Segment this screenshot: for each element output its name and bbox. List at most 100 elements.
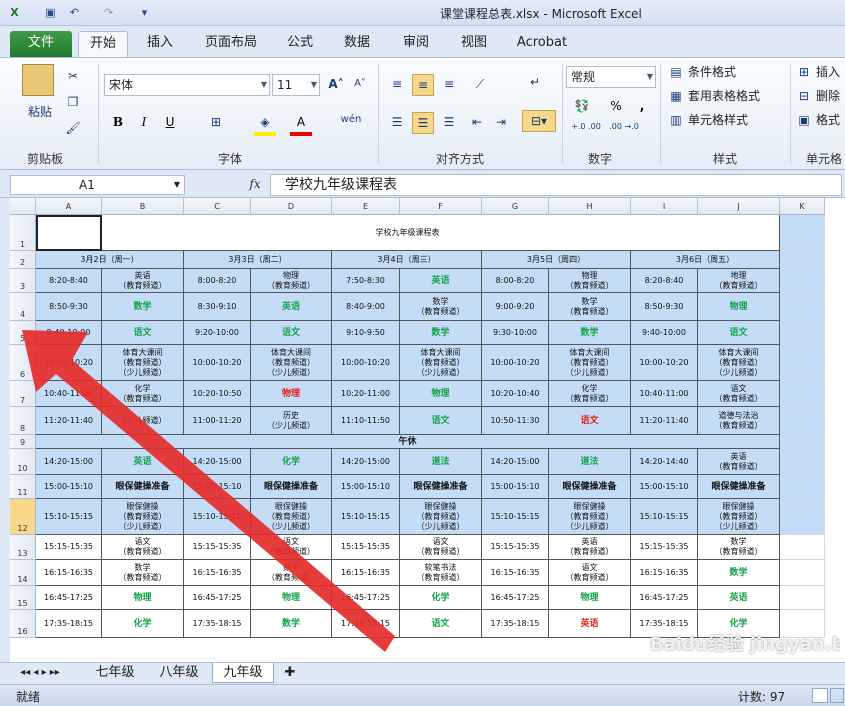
column-header[interactable]: B (102, 198, 184, 215)
comma-button[interactable]: , (632, 96, 652, 116)
align-bottom-icon[interactable]: ≡ (438, 74, 460, 94)
table-cell[interactable]: 10:00-10:20 (332, 345, 400, 381)
column-header[interactable]: A (36, 198, 102, 215)
table-cell[interactable]: 16:15-16:35 (36, 560, 102, 586)
table-cell[interactable]: 14:20-15:00 (184, 449, 251, 475)
column-header[interactable]: F (400, 198, 482, 215)
table-cell[interactable]: 数学 （教育频道） (698, 535, 780, 560)
table-cell[interactable]: 眼保健操准备 (102, 475, 184, 499)
table-cell[interactable]: 语文 （教育频道） (549, 560, 631, 586)
table-cell[interactable]: 数学 （教育频道） (102, 560, 184, 586)
table-cell[interactable]: 软笔书法 （教育频道） (400, 560, 482, 586)
row-header[interactable]: 14 (10, 560, 36, 586)
table-cell[interactable]: 8:30-9:10 (184, 293, 251, 321)
align-right-icon[interactable]: ☰ (438, 112, 460, 132)
table-cell[interactable]: 英语 （教育频道） (549, 535, 631, 560)
table-cell[interactable] (780, 475, 825, 499)
table-cell[interactable]: 数学 (400, 321, 482, 345)
table-cell[interactable]: 语文 (102, 321, 184, 345)
table-cell[interactable]: 数学 （教育频道） (251, 560, 332, 586)
table-cell[interactable]: 眼保健操 （教育频道） （少儿频道） (251, 499, 332, 535)
table-cell[interactable]: 体育大课间 （教育频道） （少儿频道） (251, 345, 332, 381)
table-cell[interactable]: 9:30-10:00 (482, 321, 549, 345)
table-cell[interactable]: 体育大课间 （教育频道） （少儿频道） (102, 345, 184, 381)
number-format-select[interactable]: 常规 ▼ (566, 66, 656, 88)
column-header[interactable]: D (251, 198, 332, 215)
table-cell[interactable]: 15:15-15:35 (631, 535, 698, 560)
table-cell[interactable]: 物理 (102, 586, 184, 610)
save-icon[interactable]: ▣ (42, 4, 59, 21)
table-cell[interactable] (780, 293, 825, 321)
table-cell[interactable]: 10:00-10:20 (184, 345, 251, 381)
font-name-select[interactable]: 宋体 ▼ (104, 74, 270, 96)
table-cell[interactable]: 15:00-15:10 (631, 475, 698, 499)
table-cell[interactable]: 10:00-10:20 (482, 345, 549, 381)
day-header-cell[interactable]: 3月4日（周三） (332, 251, 482, 269)
table-cell[interactable]: 语文 (251, 321, 332, 345)
table-cell[interactable] (780, 269, 825, 293)
table-cell[interactable]: 英语 (549, 610, 631, 638)
cell-styles-button[interactable]: 单元格样式 (688, 110, 748, 130)
table-cell[interactable] (780, 407, 825, 435)
table-cell[interactable]: 眼保健操准备 (400, 475, 482, 499)
table-cell[interactable]: 语文 (400, 407, 482, 435)
table-cell[interactable] (780, 321, 825, 345)
tab-view[interactable]: 视图 (452, 31, 496, 57)
page-layout-view-icon[interactable] (830, 688, 844, 703)
table-cell[interactable]: 体育大课间 （教育频道） （少儿频道） (549, 345, 631, 381)
table-cell[interactable]: 眼保健操准备 (698, 475, 780, 499)
table-cell[interactable] (780, 435, 825, 449)
decrease-decimal-button[interactable]: .00 →.0 (606, 122, 642, 132)
table-cell[interactable]: 8:50-9:30 (36, 293, 102, 321)
table-cell[interactable]: 英语 (251, 293, 332, 321)
table-cell[interactable]: 10:20-10:40 (482, 381, 549, 407)
format-as-table-button[interactable]: 套用表格格式 (688, 86, 760, 106)
percent-button[interactable]: % (606, 96, 626, 116)
sheet-tab-grade7[interactable]: 七年级 (84, 663, 146, 683)
table-cell[interactable]: 8:50-9:30 (631, 293, 698, 321)
table-cell[interactable]: 英语 (400, 269, 482, 293)
table-cell[interactable]: 数学 (251, 610, 332, 638)
row-header[interactable]: 1 (10, 215, 36, 251)
table-cell[interactable] (780, 499, 825, 535)
table-cell[interactable]: 数学 (698, 560, 780, 586)
table-cell[interactable]: 9:00-9:20 (482, 293, 549, 321)
tab-page-layout[interactable]: 页面布局 (196, 31, 266, 57)
tab-home[interactable]: 开始 (78, 31, 128, 57)
formula-input[interactable]: 学校九年级课程表 (270, 174, 842, 196)
column-header[interactable]: I (631, 198, 698, 215)
table-cell[interactable]: 11:20-11:40 (631, 407, 698, 435)
table-cell[interactable]: 15:00-15:10 (482, 475, 549, 499)
table-cell[interactable]: 10:50-11:30 (482, 407, 549, 435)
table-cell[interactable]: 15:15-15:35 (36, 535, 102, 560)
table-cell[interactable]: 眼保健操 （教育频道） （少儿频道） (698, 499, 780, 535)
row-header[interactable]: 11 (10, 475, 36, 499)
day-header-cell[interactable]: 3月5日（周四） (482, 251, 631, 269)
table-cell[interactable]: 14:20-15:00 (36, 449, 102, 475)
tab-insert[interactable]: 插入 (136, 31, 184, 57)
new-sheet-icon[interactable]: ✚ (278, 663, 302, 683)
worksheet-grid[interactable]: ABCDEFGHIJK 1 2 3 4 5 6 7 8 9 10 11 12 13 14 15 16 学校九年… (10, 198, 845, 662)
fill-color-icon[interactable]: ◈ (254, 112, 276, 136)
table-cell[interactable]: 数学 （教育频道） (549, 293, 631, 321)
customize-icon[interactable]: ▾ (136, 4, 153, 21)
tab-review[interactable]: 审阅 (394, 31, 438, 57)
table-cell[interactable]: 15:00-15:10 (332, 475, 400, 499)
table-cell[interactable]: 15:15-15:35 (332, 535, 400, 560)
table-cell[interactable]: 眼保健操准备 (549, 475, 631, 499)
table-cell[interactable]: 16:45-17:25 (482, 586, 549, 610)
row-header[interactable]: 2 (10, 251, 36, 269)
row-header[interactable]: 3 (10, 269, 36, 293)
currency-icon[interactable]: 💱 (570, 96, 594, 116)
table-cell[interactable]: 物理 （教育频道） (549, 269, 631, 293)
sheet-title-cell[interactable]: 学校九年级课程表 (36, 215, 780, 251)
table-cell[interactable]: 15:15-15:35 (184, 535, 251, 560)
table-cell[interactable]: 物理 (251, 381, 332, 407)
orientation-icon[interactable]: ⟋ (468, 74, 492, 94)
table-cell[interactable]: 9:40-10:00 (36, 321, 102, 345)
table-cell[interactable]: 14:20-15:00 (482, 449, 549, 475)
table-cell[interactable]: 数学 （教育频道） (400, 293, 482, 321)
column-header[interactable]: J (698, 198, 780, 215)
table-cell[interactable] (780, 381, 825, 407)
column-header[interactable]: G (482, 198, 549, 215)
